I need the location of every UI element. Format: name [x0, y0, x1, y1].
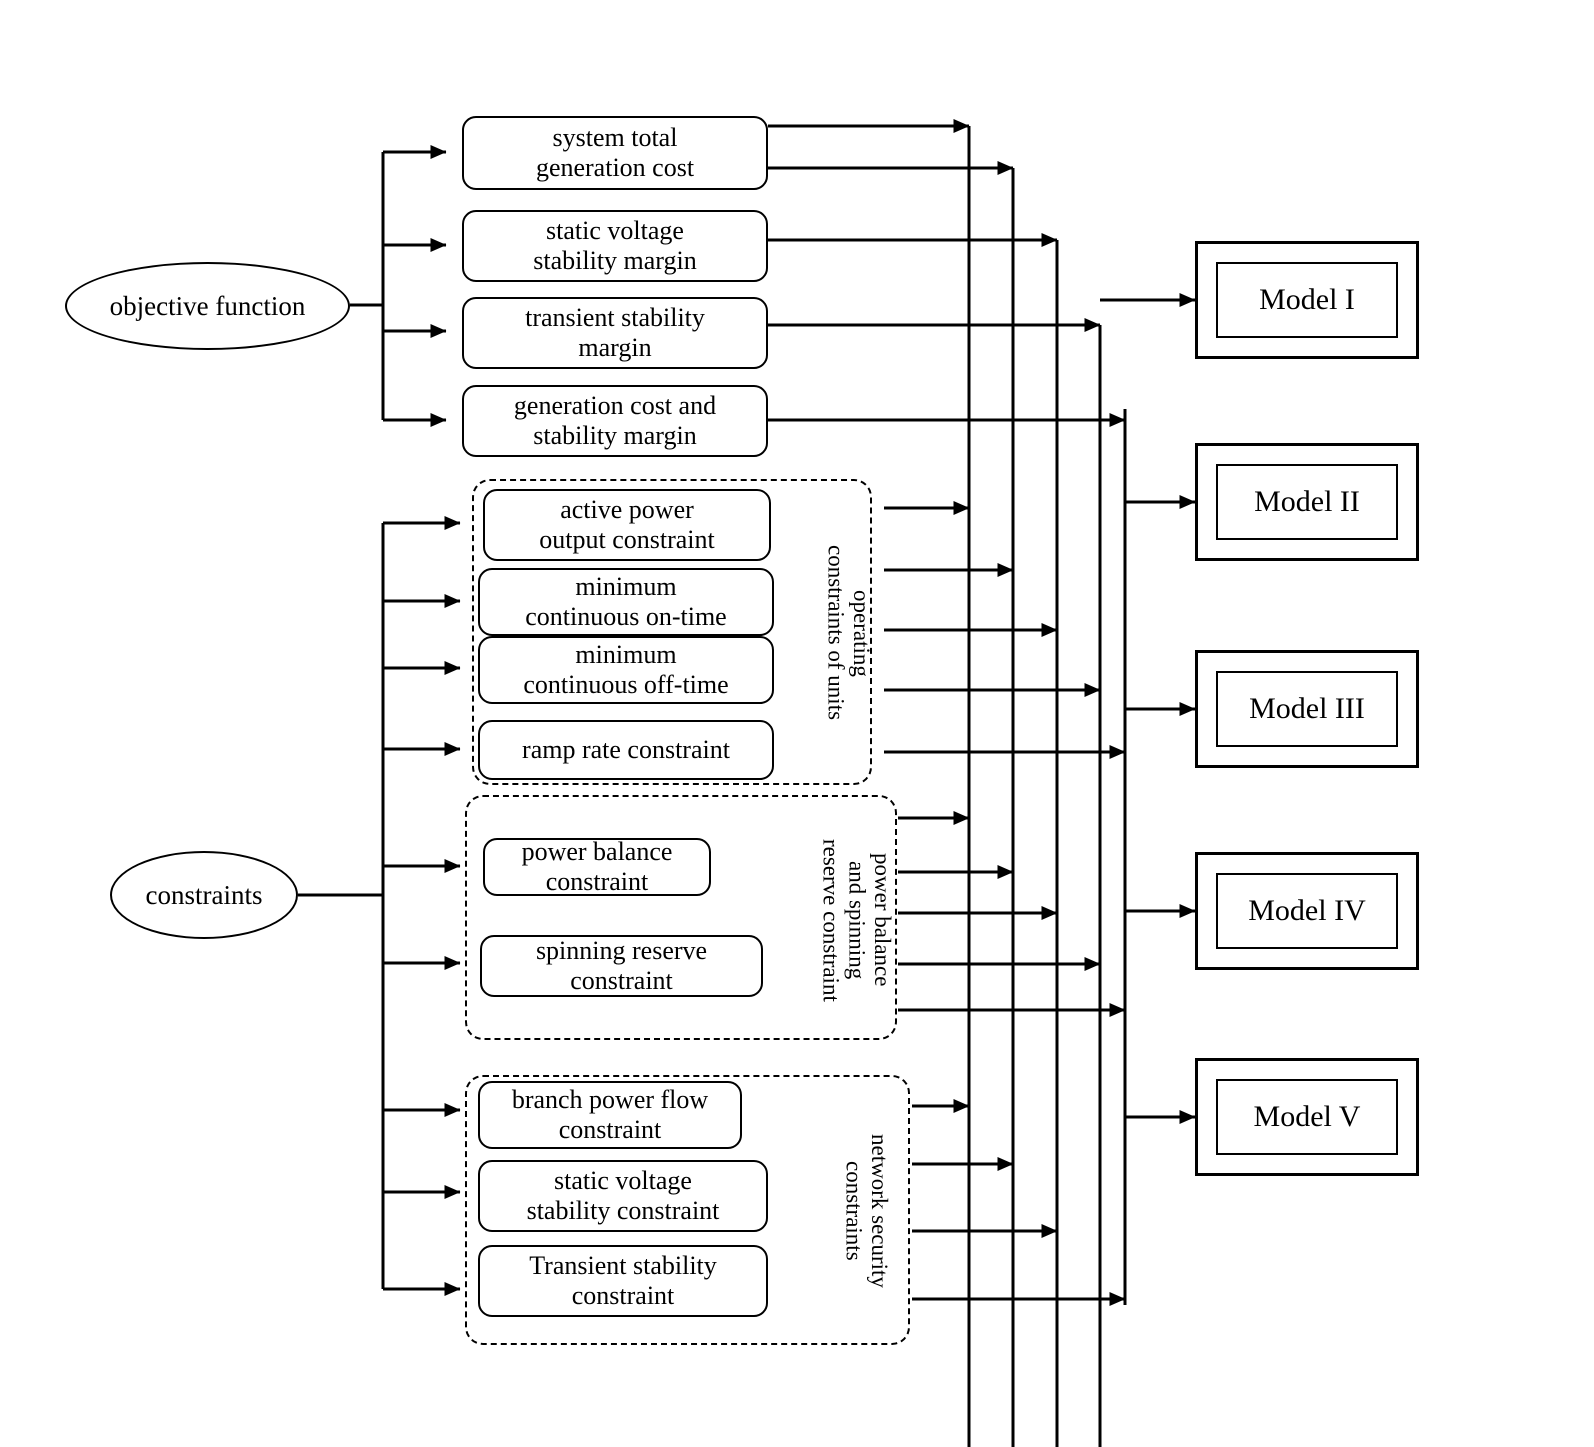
constraint-box-active-power-output-constraint[interactable]: active power output constraint: [483, 489, 771, 561]
objective-function-label: objective function: [109, 290, 306, 321]
objective-function-ellipse[interactable]: objective function: [65, 262, 350, 350]
constraint-box-minimum-continuous-on-time[interactable]: minimum continuous on-time: [478, 568, 774, 636]
model-label-model-iv: Model IV: [1216, 873, 1398, 949]
objective-box-generation-cost-and-stability-margin[interactable]: generation cost and stability margin: [462, 385, 768, 457]
constraint-box-transient-stability-constraint[interactable]: Transient stability constraint: [478, 1245, 768, 1317]
constraint-box-ramp-rate-constraint[interactable]: ramp rate constraint: [478, 720, 774, 780]
model-box-model-ii[interactable]: Model II: [1195, 443, 1419, 561]
model-label-model-i: Model I: [1216, 262, 1398, 338]
constraint-box-branch-power-flow-constraint[interactable]: branch power flow constraint: [478, 1081, 742, 1149]
model-label-model-iii: Model III: [1216, 671, 1398, 747]
model-box-model-iii[interactable]: Model III: [1195, 650, 1419, 768]
objective-box-transient-stability-margin[interactable]: transient stability margin: [462, 297, 768, 369]
model-label-model-ii: Model II: [1216, 464, 1398, 540]
model-label-model-v: Model V: [1216, 1079, 1398, 1155]
group-label-power-balance-and-spinning-reserve: power balance and spinning reserve const…: [818, 838, 896, 1002]
constraints-ellipse[interactable]: constraints: [110, 851, 298, 939]
constraints-label: constraints: [145, 879, 263, 910]
constraint-box-minimum-continuous-off-time[interactable]: minimum continuous off-time: [478, 636, 774, 704]
diagram-canvas: objective function constraints system to…: [0, 0, 1594, 1447]
model-box-model-i[interactable]: Model I: [1195, 241, 1419, 359]
group-label-network-security-constraints: network security constraints: [841, 1134, 892, 1288]
objective-box-system-total-generation-cost[interactable]: system total generation cost: [462, 116, 768, 190]
constraint-box-static-voltage-stability-constraint[interactable]: static voltage stability constraint: [478, 1160, 768, 1232]
group-label-operating-constraints-of-units: operating constraints of units: [823, 545, 874, 721]
constraint-box-power-balance-constraint[interactable]: power balance constraint: [483, 837, 711, 896]
objective-box-static-voltage-stability-margin[interactable]: static voltage stability margin: [462, 210, 768, 282]
constraint-box-spinning-reserve-constraint[interactable]: spinning reserve constraint: [480, 935, 763, 997]
model-box-model-v[interactable]: Model V: [1195, 1058, 1419, 1176]
model-box-model-iv[interactable]: Model IV: [1195, 852, 1419, 970]
